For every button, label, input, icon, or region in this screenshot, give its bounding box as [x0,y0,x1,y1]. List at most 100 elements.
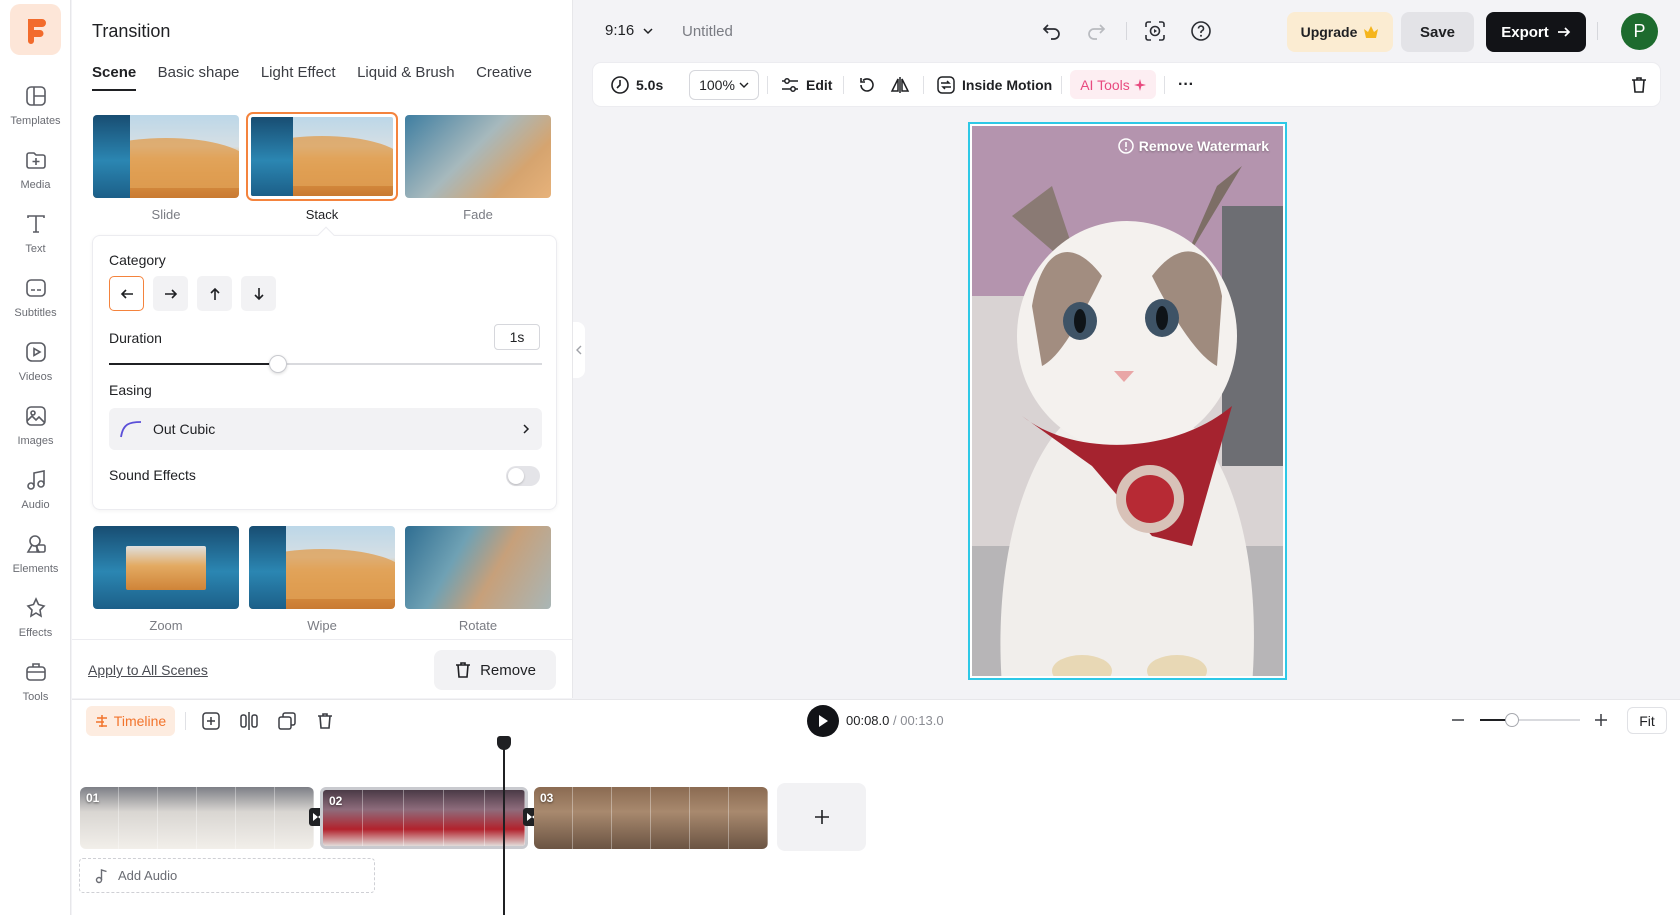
plus-icon [1595,714,1607,726]
direction-left-button[interactable] [109,276,144,311]
direction-right-button[interactable] [153,276,188,311]
element-toolbar: 5.0s 100% Edit Inside Motion AI Tools ··… [593,63,1660,106]
rail-item-label: Audio [21,499,50,511]
upgrade-button[interactable]: Upgrade [1287,12,1393,52]
transition-zoom[interactable]: Zoom [93,526,239,633]
app-logo[interactable] [10,4,61,55]
rail-item-label: Tools [22,691,49,703]
transition-slide[interactable]: Slide [93,115,239,222]
sound-effects-toggle[interactable] [506,466,540,486]
zoom-out-button[interactable] [1446,708,1470,732]
flip-button[interactable] [890,63,910,106]
tab-scene[interactable]: Scene [92,64,137,91]
rail-item-text[interactable]: Text [0,211,71,267]
preview-button[interactable] [1143,19,1167,43]
transition-rotate[interactable]: Rotate [405,526,551,633]
save-button[interactable]: Save [1401,12,1474,52]
rail-item-label: Effects [18,627,53,639]
scene-clip-02[interactable]: 02 [320,787,528,849]
rail-item-effects[interactable]: Effects [0,595,71,651]
toolbar-divider [843,76,844,94]
rail-item-templates[interactable]: Templates [0,83,71,139]
ai-tools-button[interactable]: AI Tools [1070,70,1156,99]
tab-light-effect[interactable]: Light Effect [261,64,336,89]
transition-fade[interactable]: Fade [405,115,551,222]
plus-icon [814,810,829,824]
duplicate-button[interactable] [276,710,298,732]
timeline-icon [95,715,107,727]
add-scene-button[interactable] [200,710,222,732]
direction-down-button[interactable] [241,276,276,311]
avatar[interactable]: P [1621,13,1658,50]
sliders-icon [782,77,798,92]
tab-creative[interactable]: Creative [476,64,532,89]
top-bar: 9:16 Untitled Upgrade Save Export P [573,0,1680,62]
zoom-select[interactable]: 100% [689,70,759,100]
scene-clip-01[interactable]: 01 [80,787,314,849]
timeline-zoom-handle[interactable] [1505,713,1519,727]
export-label: Export [1501,23,1549,41]
help-button[interactable] [1189,19,1213,43]
export-button[interactable]: Export [1486,12,1586,52]
tab-more[interactable]: Fi [553,64,554,89]
apply-to-all-link[interactable]: Apply to All Scenes [88,662,208,678]
duration-slider-handle[interactable] [268,355,287,373]
duration-input[interactable]: 1s [494,324,540,350]
inside-motion-label: Inside Motion [962,76,1053,93]
canvas-selection[interactable]: Remove Watermark [968,122,1287,680]
document-title[interactable]: Untitled [682,23,733,40]
playhead-handle[interactable] [497,736,511,750]
undo-icon [1042,24,1060,40]
add-clip-button[interactable] [777,783,866,851]
duration-label: Duration [109,330,162,346]
rail-item-subtitles[interactable]: Subtitles [0,275,71,331]
tab-liquid-brush[interactable]: Liquid & Brush [357,64,455,89]
tools-icon [23,659,49,685]
rail-item-tools[interactable]: Tools [0,659,71,715]
direction-up-button[interactable] [197,276,232,311]
transition-wipe[interactable]: Wipe [249,526,395,633]
remove-transition-button[interactable]: Remove [434,650,556,690]
music-note-icon [95,868,107,883]
zoom-in-button[interactable] [1589,708,1613,732]
effects-icon [23,595,49,621]
video-canvas[interactable]: Remove Watermark [972,126,1283,676]
sound-effects-label: Sound Effects [109,467,196,483]
edit-button[interactable]: Edit [780,63,832,106]
add-audio-button[interactable]: Add Audio [79,858,375,893]
more-options-button[interactable]: ··· [1178,63,1194,106]
arrow-down-icon [253,287,264,300]
scene-clip-03[interactable]: 03 [534,787,768,849]
rotate-button[interactable] [857,63,877,106]
split-button[interactable] [238,710,260,732]
rail-item-videos[interactable]: Videos [0,339,71,395]
transition-thumbnail [405,526,551,609]
rail-item-elements[interactable]: Elements [0,531,71,587]
rail-item-media[interactable]: Media [0,147,71,203]
tab-basic-shape[interactable]: Basic shape [158,64,240,89]
fit-button[interactable]: Fit [1627,707,1667,734]
trash-icon [318,713,332,729]
duration-slider[interactable] [109,355,542,373]
rail-item-audio[interactable]: Audio [0,467,71,523]
rail-item-images[interactable]: Images [0,403,71,459]
timeline-tab[interactable]: Timeline [86,706,175,736]
delete-scene-button[interactable] [314,710,336,732]
delete-element-button[interactable] [1629,63,1649,106]
transition-stack[interactable]: Stack [246,112,398,222]
duration-button[interactable]: 5.0s [610,63,663,106]
easing-select[interactable]: Out Cubic [109,408,542,450]
timeline-zoom-slider[interactable] [1480,713,1580,727]
play-button[interactable] [807,705,839,737]
redo-button[interactable] [1085,19,1109,43]
playhead[interactable] [497,736,511,915]
collapse-panel-handle[interactable] [573,322,585,378]
aspect-ratio-select[interactable]: 9:16 [605,22,654,39]
undo-button[interactable] [1039,19,1063,43]
remove-watermark-button[interactable]: Remove Watermark [1118,138,1269,154]
easing-label: Easing [109,382,152,398]
upgrade-label: Upgrade [1300,24,1358,40]
ai-tools-label: AI Tools [1080,76,1130,93]
inside-motion-button[interactable]: Inside Motion [936,63,1052,106]
panel-title: Transition [92,21,171,41]
